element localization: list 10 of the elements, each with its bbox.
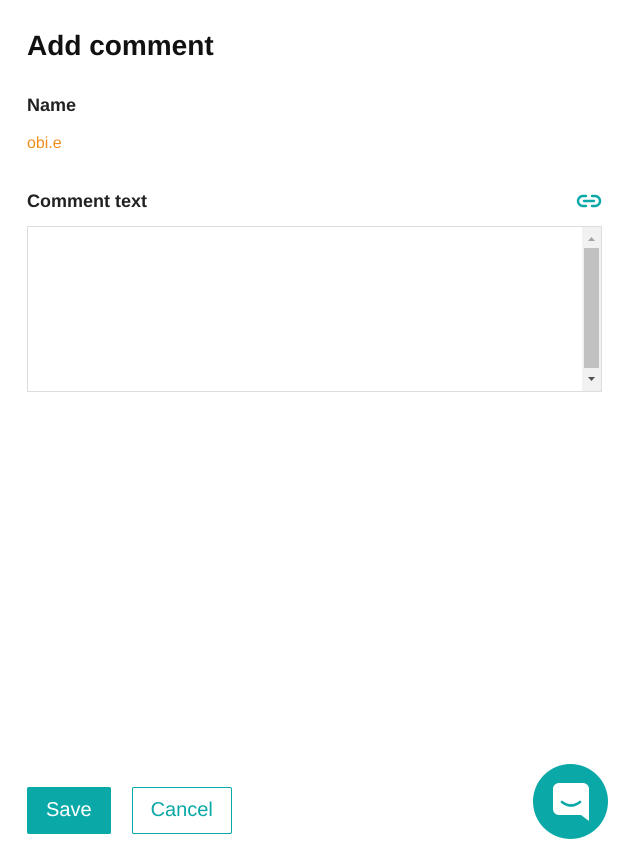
name-value: obi.e: [27, 134, 62, 154]
link-icon[interactable]: [576, 194, 602, 208]
save-button[interactable]: Save: [27, 787, 111, 834]
scrollbar[interactable]: [582, 227, 601, 391]
dialog-title: Add comment: [27, 29, 215, 63]
cancel-button[interactable]: Cancel: [132, 787, 232, 834]
chat-icon: [552, 782, 588, 820]
field-label: Comment text: [27, 190, 148, 212]
field-label: Name: [27, 94, 76, 116]
comment-field[interactable]: [27, 226, 602, 392]
